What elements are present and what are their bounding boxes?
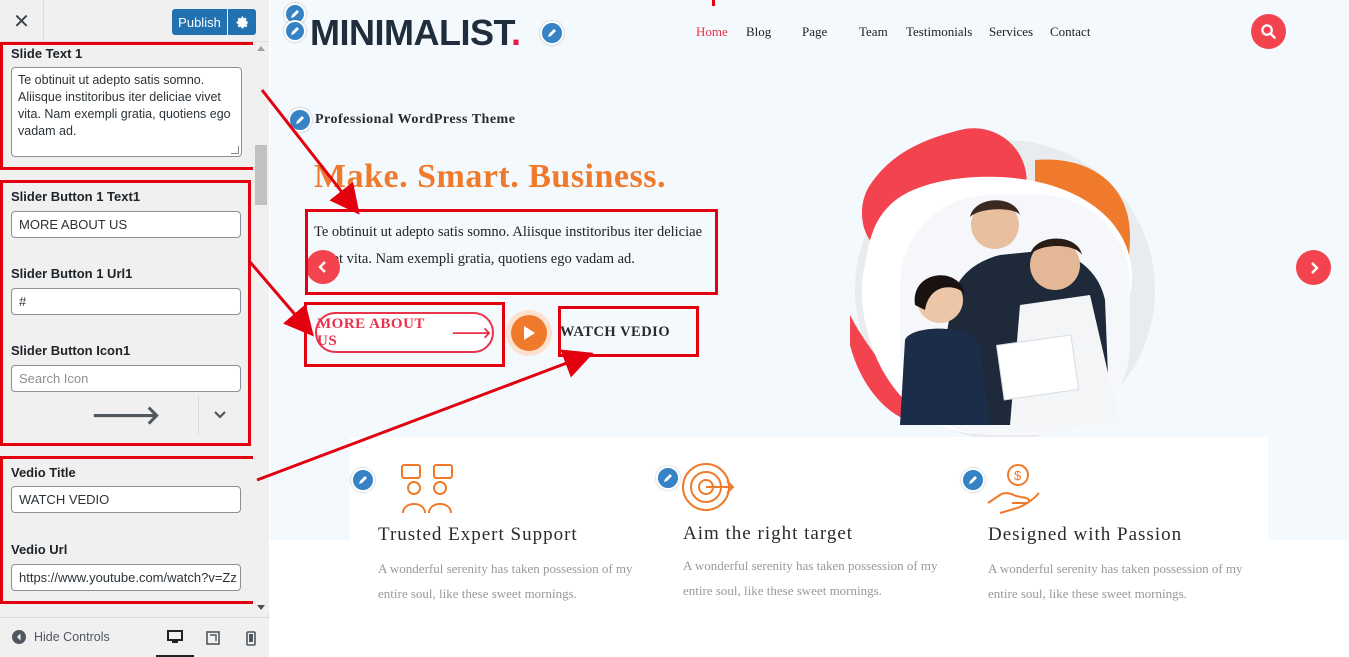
pencil-icon xyxy=(548,29,556,37)
nav-page[interactable]: Page xyxy=(802,24,827,40)
collapse-icon xyxy=(12,630,26,644)
edit-shortcut-feature[interactable] xyxy=(656,466,680,490)
gear-icon xyxy=(236,16,248,28)
scroll-down-icon[interactable] xyxy=(257,605,265,610)
logo-text: MINIMALIST xyxy=(310,12,511,53)
annotation-box-slide-text xyxy=(0,42,262,170)
publish-settings-button[interactable] xyxy=(228,9,256,35)
slider-next-button[interactable] xyxy=(1296,250,1331,285)
desktop-icon xyxy=(167,629,183,643)
feature-title: Designed with Passion xyxy=(988,524,1183,545)
nav-testimonials[interactable]: Testimonials xyxy=(906,24,972,40)
annotation-box-hero-text xyxy=(305,209,718,295)
money-hand-icon: $ xyxy=(987,464,1040,514)
feature-title: Aim the right target xyxy=(683,523,854,544)
feature-desc: A wonderful serenity has taken possessio… xyxy=(683,558,938,598)
play-circle xyxy=(511,315,547,351)
target-icon xyxy=(682,463,735,511)
pencil-icon xyxy=(296,116,304,124)
customizer-header: ✕ Publish xyxy=(0,0,269,42)
nav-blog[interactable]: Blog xyxy=(746,24,771,40)
close-customizer-button[interactable]: ✕ xyxy=(0,0,44,42)
search-icon xyxy=(1261,24,1276,39)
nav-home[interactable]: Home xyxy=(696,24,728,40)
nav-services[interactable]: Services xyxy=(989,24,1033,40)
scroll-thumb[interactable] xyxy=(255,145,267,205)
document-paper xyxy=(996,334,1080,401)
logo-dot: . xyxy=(510,12,521,53)
features-section: Trusted Expert Support A wonderful seren… xyxy=(350,437,1268,657)
pencil-icon xyxy=(359,476,367,484)
mobile-icon xyxy=(246,630,256,646)
pencil-icon xyxy=(291,27,299,35)
video-play-button[interactable] xyxy=(506,310,552,356)
site-logo[interactable]: MINIMALIST. xyxy=(310,12,521,54)
hero-title: Make. Smart. Business. xyxy=(314,158,666,195)
hide-controls-label: Hide Controls xyxy=(34,630,110,644)
customizer-footer: Hide Controls xyxy=(0,617,269,657)
feature-title: Trusted Expert Support xyxy=(378,524,578,545)
feature-card: Aim the right target A wonderful serenit… xyxy=(655,437,955,657)
tablet-icon xyxy=(206,631,220,645)
woman-suit xyxy=(900,328,990,425)
edit-shortcut-logo[interactable] xyxy=(284,20,306,42)
preview-tablet-button[interactable] xyxy=(194,618,232,657)
pencil-icon xyxy=(969,476,977,484)
play-icon xyxy=(524,326,535,340)
hero-subtitle: Professional WordPress Theme xyxy=(315,112,516,127)
edit-shortcut-title[interactable] xyxy=(540,21,564,45)
feature-desc: A wonderful serenity has taken possessio… xyxy=(988,561,1243,601)
support-team-icon xyxy=(401,464,453,514)
publish-button[interactable]: Publish xyxy=(172,9,227,35)
svg-text:$: $ xyxy=(1014,468,1022,483)
annotation-box-button-settings xyxy=(0,180,251,446)
customizer-sidebar: ✕ Publish Slide Text 1 Te obtinuit ut ad… xyxy=(0,0,269,657)
edit-shortcut-subtitle[interactable] xyxy=(288,108,312,132)
search-button[interactable] xyxy=(1251,14,1286,49)
feature-desc: A wonderful serenity has taken possessio… xyxy=(378,561,633,601)
annotation-box-watch-video xyxy=(558,306,699,357)
close-icon: ✕ xyxy=(13,10,30,33)
preview-mobile-button[interactable] xyxy=(232,618,270,657)
annotation-box-more-button xyxy=(304,302,505,367)
scroll-up-icon[interactable] xyxy=(257,46,265,51)
hero-image xyxy=(850,128,1155,440)
pencil-icon xyxy=(664,474,672,482)
feature-card: Trusted Expert Support A wonderful seren… xyxy=(350,437,650,657)
sidebar-scrollbar[interactable] xyxy=(253,42,269,614)
nav-contact[interactable]: Contact xyxy=(1050,24,1090,40)
customizer-controls-panel: Slide Text 1 Te obtinuit ut adepto satis… xyxy=(0,42,269,614)
feature-card: $ Designed with Passion A wonderful sere… xyxy=(960,437,1260,657)
site-preview: MINIMALIST. Home Blog Page Team Testimon… xyxy=(270,0,1349,657)
annotation-mark xyxy=(712,0,715,6)
chevron-right-icon xyxy=(1310,261,1319,274)
nav-team[interactable]: Team xyxy=(859,24,888,40)
edit-shortcut-feature[interactable] xyxy=(961,468,985,492)
preview-desktop-button[interactable] xyxy=(156,618,194,657)
annotation-box-video xyxy=(0,456,257,604)
pencil-icon xyxy=(291,10,299,18)
hide-controls-button[interactable]: Hide Controls xyxy=(12,630,110,644)
edit-shortcut-feature[interactable] xyxy=(351,468,375,492)
